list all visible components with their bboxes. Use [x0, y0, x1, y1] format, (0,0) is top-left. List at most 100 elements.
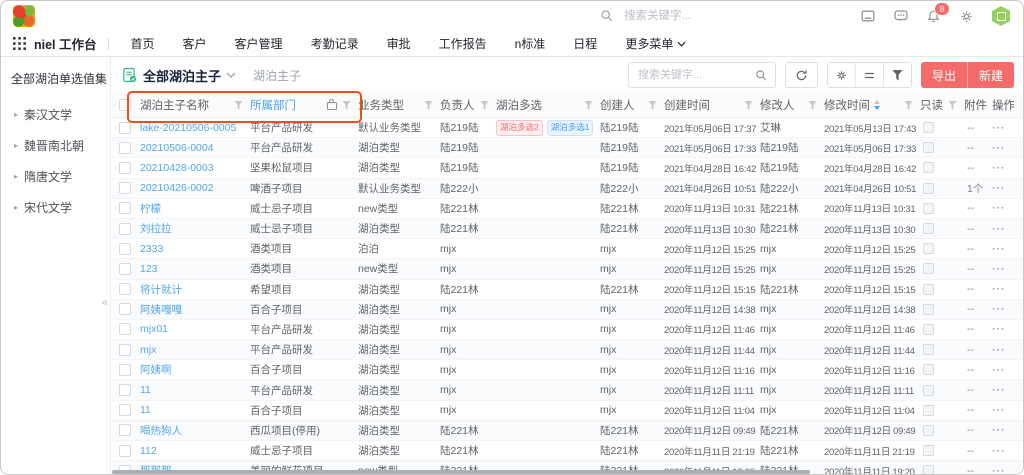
filter-funnel-icon[interactable] [480, 101, 489, 110]
row-actions[interactable]: ··· [992, 239, 1014, 258]
row-actions[interactable]: ··· [992, 199, 1014, 218]
row-checkbox[interactable] [119, 162, 131, 174]
record-link[interactable]: lake-20210506-0005 [140, 122, 236, 134]
table-search[interactable] [628, 62, 776, 88]
filter-funnel-icon[interactable] [648, 101, 657, 110]
sidebar-tree-item[interactable]: ▸宋代文学 [1, 192, 110, 223]
row-checkbox[interactable] [119, 202, 131, 214]
readonly-checkbox[interactable] [923, 162, 934, 173]
sidebar-collapse[interactable]: « [102, 297, 108, 309]
readonly-checkbox[interactable] [923, 183, 934, 194]
readonly-checkbox[interactable] [923, 304, 934, 315]
record-link[interactable]: 将计就计 [140, 282, 182, 297]
filter-funnel-icon[interactable] [584, 101, 593, 110]
refresh-button[interactable] [785, 62, 818, 88]
card-icon[interactable] [859, 8, 876, 25]
row-checkbox[interactable] [119, 182, 131, 194]
sort-icon[interactable] [874, 100, 880, 110]
record-link[interactable]: 20210506-0004 [140, 142, 214, 154]
notification-bell-icon[interactable]: 8 [925, 8, 942, 25]
row-checkbox[interactable] [119, 303, 131, 315]
row-actions[interactable]: ··· [992, 259, 1014, 278]
view-title[interactable]: 全部湖泊主子 [143, 66, 221, 85]
record-link[interactable]: 刘拉拉 [140, 221, 172, 236]
record-link[interactable]: 11 [140, 404, 151, 416]
row-checkbox[interactable] [119, 344, 131, 356]
search-icon[interactable] [755, 69, 768, 82]
row-actions[interactable]: ··· [992, 461, 1014, 475]
row-actions[interactable]: ··· [992, 360, 1014, 379]
record-link[interactable]: 123 [140, 263, 158, 275]
sidebar-tree-item[interactable]: ▸魏晋南北朝 [1, 130, 110, 161]
row-checkbox[interactable] [119, 263, 131, 275]
chevron-down-icon[interactable] [226, 72, 236, 78]
readonly-checkbox[interactable] [923, 243, 934, 254]
row-checkbox[interactable] [119, 122, 131, 134]
table-settings-gear-icon[interactable] [828, 63, 855, 87]
readonly-checkbox[interactable] [923, 324, 934, 335]
record-link[interactable]: 20210428-0003 [140, 162, 214, 174]
horizontal-scrollbar-thumb[interactable] [112, 470, 810, 474]
readonly-checkbox[interactable] [923, 385, 934, 396]
row-actions[interactable]: ··· [992, 320, 1014, 339]
column-header[interactable]: 湖泊主子名称 [140, 93, 250, 117]
record-link[interactable]: mjx [140, 344, 156, 356]
column-header[interactable]: 附件 [964, 93, 992, 117]
app-logo[interactable] [13, 5, 35, 27]
row-checkbox[interactable] [119, 142, 131, 154]
export-button[interactable]: 导出 [921, 62, 967, 88]
filter-funnel-icon[interactable] [904, 101, 913, 110]
nav-menu-item[interactable]: 客户管理 [221, 35, 297, 52]
row-actions[interactable]: ··· [992, 179, 1014, 198]
nav-menu-item[interactable]: 首页 [117, 35, 169, 52]
readonly-checkbox[interactable] [923, 142, 934, 153]
column-header[interactable]: 修改时间 [824, 93, 920, 117]
readonly-checkbox[interactable] [923, 364, 934, 375]
settings-gear-icon[interactable] [958, 8, 975, 25]
column-header[interactable]: 所属部门 [250, 93, 358, 117]
record-link[interactable]: 20210426-0002 [140, 182, 214, 194]
record-link[interactable]: 11 [140, 384, 151, 396]
column-header[interactable]: 创建人 [600, 93, 664, 117]
row-checkbox[interactable] [119, 223, 131, 235]
row-checkbox[interactable] [119, 445, 131, 457]
row-checkbox[interactable] [119, 243, 131, 255]
readonly-checkbox[interactable] [923, 405, 934, 416]
nav-menu-item[interactable]: n标准 [501, 35, 560, 52]
readonly-checkbox[interactable] [923, 203, 934, 214]
apps-grid-icon[interactable] [13, 37, 26, 50]
nav-menu-item[interactable]: 考勤记录 [297, 35, 373, 52]
column-header[interactable]: 湖泊多选 [496, 93, 600, 117]
record-link[interactable]: 阿姨啊 [140, 362, 172, 377]
row-actions[interactable]: ··· [992, 158, 1014, 177]
row-checkbox[interactable] [119, 384, 131, 396]
create-button[interactable]: 新建 [967, 62, 1014, 88]
nav-more-menu[interactable]: 更多菜单 [611, 35, 700, 52]
record-link[interactable]: 喝热狗人 [140, 423, 182, 438]
column-header[interactable]: 创建时间 [664, 93, 760, 117]
row-actions[interactable]: ··· [992, 219, 1014, 238]
column-header[interactable]: 修改人 [760, 93, 824, 117]
record-link[interactable]: 112 [140, 445, 157, 457]
user-avatar[interactable] [991, 6, 1011, 26]
filter-funnel-icon[interactable] [948, 101, 957, 110]
readonly-checkbox[interactable] [923, 284, 934, 295]
row-actions[interactable]: ··· [992, 421, 1014, 440]
row-checkbox[interactable] [119, 323, 131, 335]
record-link[interactable]: 2333 [140, 243, 163, 255]
header-select-all[interactable] [112, 93, 140, 117]
column-settings-icon[interactable] [855, 63, 883, 87]
column-header[interactable]: 负责人 [440, 93, 496, 117]
row-actions[interactable]: ··· [992, 280, 1014, 299]
row-actions[interactable]: ··· [992, 380, 1014, 399]
column-header[interactable]: 业务类型 [358, 93, 440, 117]
row-actions[interactable]: ··· [992, 340, 1014, 359]
nav-menu-item[interactable]: 客户 [169, 35, 221, 52]
global-search-input[interactable] [622, 9, 756, 23]
readonly-checkbox[interactable] [923, 445, 934, 456]
row-actions[interactable]: ··· [992, 401, 1014, 420]
readonly-checkbox[interactable] [923, 344, 934, 355]
readonly-checkbox[interactable] [923, 122, 934, 133]
readonly-checkbox[interactable] [923, 223, 934, 234]
nav-menu-item[interactable]: 审批 [373, 35, 425, 52]
